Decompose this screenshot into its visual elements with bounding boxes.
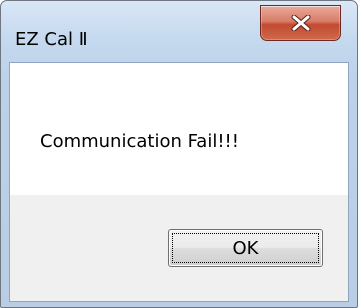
close-button[interactable] — [260, 5, 341, 41]
window-title: EZ Cal Ⅱ — [15, 29, 88, 50]
title-bar[interactable]: EZ Cal Ⅱ — [1, 1, 357, 61]
dialog-button-area: OK — [10, 195, 348, 301]
ok-button[interactable]: OK — [168, 229, 323, 267]
dialog-message: Communication Fail!!! — [40, 131, 239, 152]
dialog-client-area: Communication Fail!!! OK — [9, 62, 349, 302]
ok-button-label: OK — [232, 238, 259, 259]
close-icon — [291, 15, 311, 31]
message-dialog-window: EZ Cal Ⅱ Communication Fail!!! OK — [0, 0, 358, 308]
